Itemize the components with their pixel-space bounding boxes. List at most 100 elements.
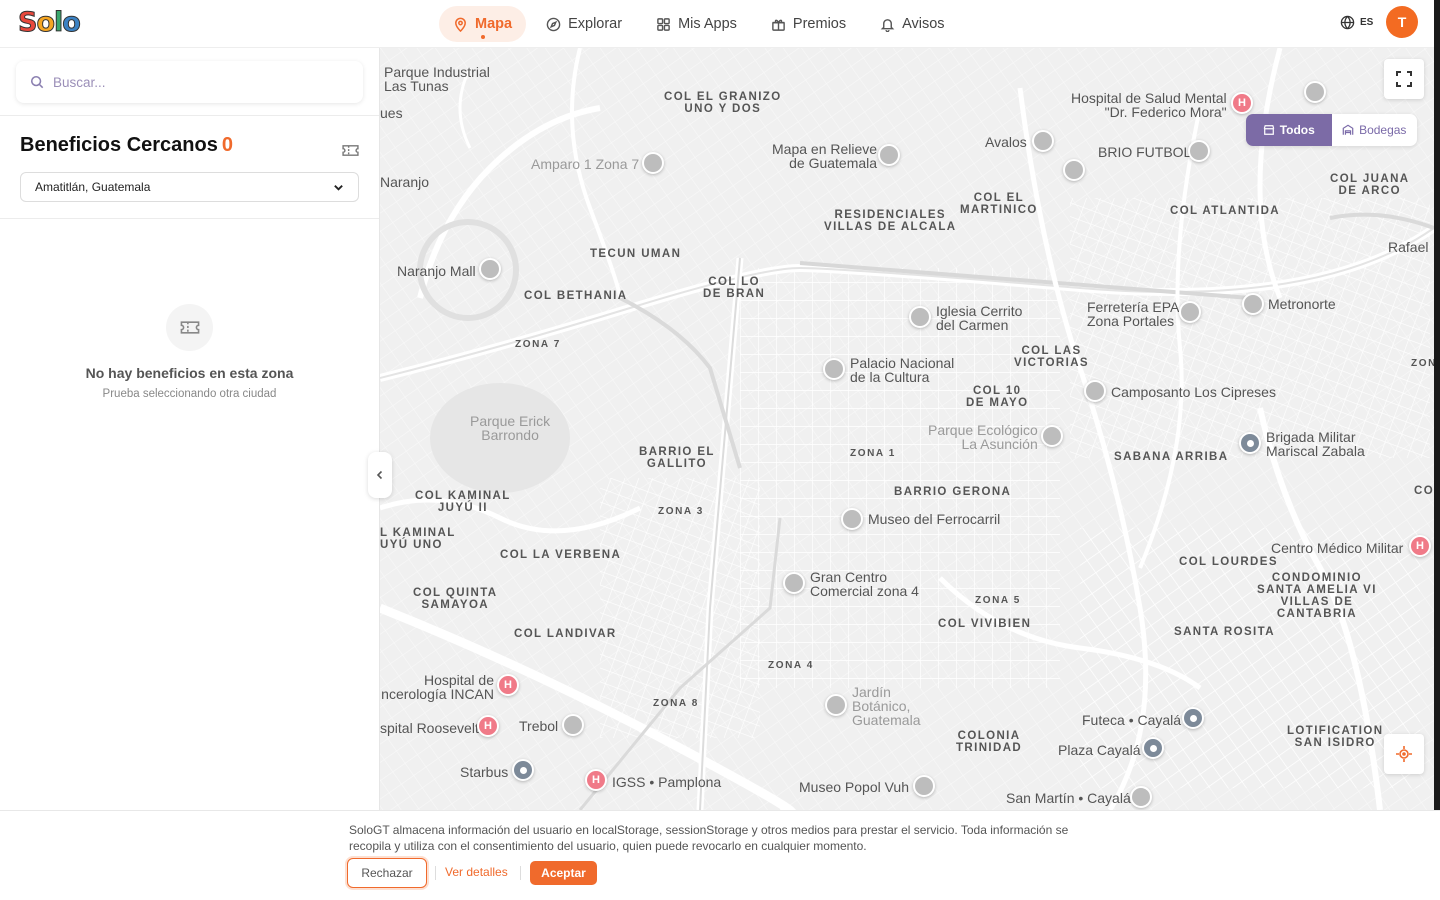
hospital-marker[interactable] <box>585 769 607 791</box>
map-marker[interactable] <box>1130 786 1152 808</box>
nav-avisos[interactable]: Avisos <box>866 6 958 42</box>
divider <box>435 866 436 880</box>
zone-label: ZON <box>1411 358 1434 369</box>
district-label: BARRIO EL GALLITO <box>639 446 715 470</box>
map-marker[interactable] <box>1032 130 1054 152</box>
map-label: Hospital de Salud Mental "Dr. Federico Mo… <box>1071 90 1227 120</box>
map-label: IGSS • Pamplona <box>612 774 722 790</box>
divider <box>0 218 379 219</box>
hospital-marker[interactable] <box>497 674 519 696</box>
map-label: spital Roosevelt <box>380 720 479 736</box>
map-marker[interactable] <box>783 572 805 594</box>
cookie-text: SoloGT almacena información del usuario … <box>349 823 1069 853</box>
reject-cookies-button[interactable]: Rechazar <box>347 858 427 888</box>
map-marker[interactable] <box>1063 159 1085 181</box>
district-label: TECUN UMAN <box>590 248 682 260</box>
fullscreen-button[interactable] <box>1384 59 1424 99</box>
map-marker[interactable] <box>1084 380 1106 402</box>
collapse-sidebar-button[interactable] <box>368 452 392 498</box>
map-label: Camposanto Los Cipreses <box>1111 384 1276 400</box>
sidebar: Beneficios Cercanos0 Amatitlán, Guatemal… <box>0 48 380 810</box>
filter-warehouses-button[interactable]: Bodegas <box>1332 114 1418 146</box>
location-marker[interactable] <box>1239 432 1261 454</box>
map-label: Trebol <box>519 718 559 734</box>
map-label: Hospital de ncerología INCAN <box>381 672 494 702</box>
cookie-banner: SoloGT almacena información del usuario … <box>0 810 1440 900</box>
map-marker[interactable] <box>878 144 900 166</box>
map-label: Gran Centro Comercial zona 4 <box>810 569 919 599</box>
hospital-marker[interactable] <box>1231 92 1253 114</box>
map-marker[interactable] <box>913 775 935 797</box>
divider <box>0 115 379 116</box>
map-marker[interactable] <box>1304 81 1326 103</box>
empty-state-title: No hay beneficios en esta zona <box>85 365 294 381</box>
map-marker[interactable] <box>841 508 863 530</box>
district-label: SABANA ARRIBA <box>1114 451 1229 463</box>
district-label: COLONIA TRINIDAD <box>956 730 1023 754</box>
map-marker[interactable] <box>642 152 664 174</box>
map-label: Palacio Nacional de la Cultura <box>850 355 955 385</box>
district-label: COL LANDIVAR <box>514 628 617 640</box>
map-marker[interactable] <box>823 358 845 380</box>
map-marker[interactable] <box>825 694 847 716</box>
district-label: COL ATLANTIDA <box>1170 205 1280 217</box>
top-bar: Solo Mapa Explorar Mis Apps Premios Avis… <box>0 0 1434 48</box>
benefits-heading: Beneficios Cercanos 0 <box>20 134 233 156</box>
ticket-icon <box>180 321 199 334</box>
search-input[interactable] <box>53 74 333 90</box>
empty-state-subtitle: Prueba seleccionando otra ciudad <box>102 388 277 400</box>
map-label: Mapa en Relieve de Guatemala <box>772 141 878 171</box>
map-filter-toggle: Todos Bodegas <box>1246 114 1417 146</box>
search-box[interactable] <box>16 61 363 103</box>
map-marker[interactable] <box>1041 425 1063 447</box>
map-label: Parque Industrial Las Tunas <box>384 64 490 94</box>
district-label: COL LO DE BRAN <box>703 276 766 300</box>
hospital-marker[interactable] <box>477 715 499 737</box>
cookie-details-link[interactable]: Ver detalles <box>445 865 508 879</box>
window-edge <box>1434 0 1440 810</box>
map-label: Ferretería EPA Zona Portales <box>1087 299 1180 329</box>
district-label: CO <box>1414 485 1434 497</box>
location-marker[interactable] <box>1142 737 1164 759</box>
divider <box>520 866 521 880</box>
district-label: COL LA VERBENA <box>500 549 622 561</box>
location-marker[interactable] <box>512 759 534 781</box>
district-label: COL EL MARTINICO <box>960 192 1038 216</box>
chevron-left-icon <box>376 470 383 480</box>
map-canvas[interactable]: Parque Industrial Las Tunas ues Naranjo A… <box>380 48 1434 810</box>
map-marker[interactable] <box>1179 301 1201 323</box>
zone-label: ZONA 3 <box>658 506 704 517</box>
user-avatar[interactable]: T <box>1386 6 1418 38</box>
location-marker[interactable] <box>1182 707 1204 729</box>
map-label: Rafael <box>1388 239 1429 255</box>
map-marker[interactable] <box>479 258 501 280</box>
map-label: Naranjo <box>380 174 430 190</box>
district-label: COL KAMINAL JUYÚ II <box>415 490 511 514</box>
district-label: CONDOMINIO SANTA AMELIA VI VILLAS DE CANTAB… <box>1257 572 1377 620</box>
map-label: Iglesia Cerrito del Carmen <box>936 303 1023 333</box>
city-select[interactable]: Amatitlán, Guatemala <box>20 172 359 202</box>
map-marker[interactable] <box>1188 140 1210 162</box>
map-marker[interactable] <box>562 714 584 736</box>
zone-label: ZONA 8 <box>653 698 699 709</box>
map-label: San Martín • Cayalá <box>1006 790 1131 806</box>
district-label: SANTA ROSITA <box>1174 626 1275 638</box>
accept-cookies-button[interactable]: Aceptar <box>530 861 597 885</box>
nav-mapa[interactable]: Mapa <box>439 6 527 42</box>
nav-mis-apps[interactable]: Mis Apps <box>642 6 751 42</box>
district-label: COL VIVIBIEN <box>938 618 1032 630</box>
crosshair-icon <box>1396 746 1412 762</box>
ticket-icon[interactable] <box>342 144 359 157</box>
zone-label: ZONA 5 <box>975 595 1021 606</box>
map-marker[interactable] <box>1242 293 1264 315</box>
language-selector[interactable]: ES <box>1340 15 1373 30</box>
nav-explorar[interactable]: Explorar <box>532 6 636 42</box>
zone-label: ZONA 4 <box>768 660 814 671</box>
nav-premios[interactable]: Premios <box>757 6 860 42</box>
solo-logo[interactable]: Solo <box>17 7 81 39</box>
map-marker[interactable] <box>909 306 931 328</box>
hospital-marker[interactable] <box>1409 535 1431 557</box>
district-label: COL EL GRANIZO UNO Y DOS <box>664 91 782 115</box>
filter-all-button[interactable]: Todos <box>1246 114 1332 146</box>
locate-me-button[interactable] <box>1384 734 1424 774</box>
